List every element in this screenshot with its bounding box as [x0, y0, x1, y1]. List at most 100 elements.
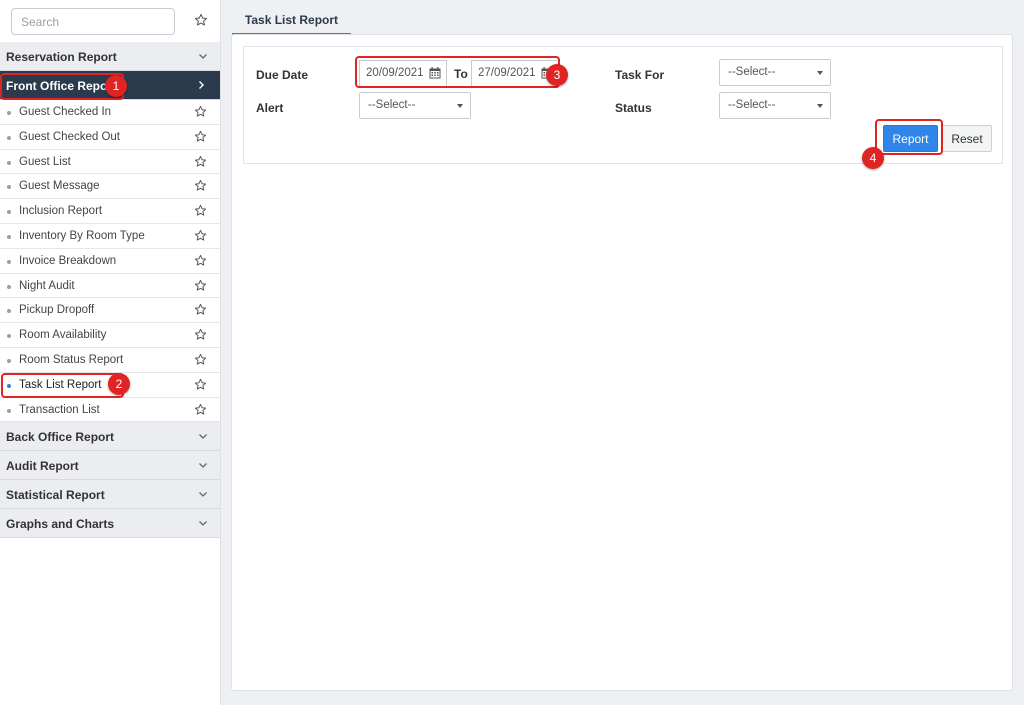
group-statistical-report[interactable]: Statistical Report — [0, 480, 220, 510]
star-icon[interactable] — [194, 155, 207, 168]
caret-down-icon — [457, 104, 463, 108]
alert-select[interactable]: --Select-- — [359, 92, 471, 119]
step-badge-2: 2 — [108, 373, 130, 395]
step-badge-1: 1 — [105, 75, 127, 97]
sidebar-item[interactable]: Room Status Report — [0, 348, 220, 373]
date-from-value: 20/09/2021 — [366, 67, 424, 79]
to-label: To — [454, 67, 468, 81]
bullet-icon — [7, 284, 11, 289]
status-label: Status — [615, 101, 652, 115]
bullet-icon — [7, 160, 11, 165]
star-icon[interactable] — [194, 303, 207, 316]
star-icon[interactable] — [194, 204, 207, 217]
search-input[interactable] — [12, 9, 174, 34]
bullet-icon — [7, 383, 11, 388]
star-icon[interactable] — [194, 130, 207, 143]
star-icon[interactable] — [194, 229, 207, 242]
group-label: Graphs and Charts — [6, 517, 115, 532]
group-reservation-report[interactable]: Reservation Report — [0, 42, 220, 71]
group-graphs-and-charts[interactable]: Graphs and Charts — [0, 509, 220, 539]
sidebar-item[interactable]: Invoice Breakdown — [0, 249, 220, 274]
chevron-down-icon — [199, 54, 207, 59]
star-icon[interactable] — [194, 378, 207, 391]
status-value: --Select-- — [728, 99, 776, 111]
star-icon[interactable] — [194, 279, 207, 292]
bullet-icon — [7, 135, 11, 140]
task-for-value: --Select-- — [728, 66, 776, 78]
sidebar-item-label: Task List Report — [19, 378, 102, 391]
bullet-icon — [7, 234, 11, 239]
group-label: Back Office Report — [6, 430, 115, 445]
group-audit-report[interactable]: Audit Report — [0, 451, 220, 481]
search-box[interactable] — [11, 8, 175, 35]
bullet-icon — [7, 358, 11, 363]
caret-down-icon — [817, 71, 823, 75]
date-from-field[interactable]: 20/09/2021 — [359, 60, 447, 87]
sidebar-item[interactable]: Transaction List — [0, 398, 220, 423]
star-icon[interactable] — [194, 328, 207, 341]
star-icon[interactable] — [194, 403, 207, 416]
star-icon[interactable] — [194, 254, 207, 267]
group-label: Front Office Report — [6, 79, 116, 93]
sidebar-item[interactable]: Inclusion Report — [0, 199, 220, 224]
sidebar-item[interactable]: Night Audit — [0, 274, 220, 299]
group-label: Statistical Report — [6, 488, 105, 503]
sidebar-item[interactable]: Room Availability — [0, 323, 220, 348]
caret-down-icon — [817, 104, 823, 108]
group-label: Audit Report — [6, 459, 79, 474]
sidebar-item[interactable]: Pickup Dropoff — [0, 298, 220, 324]
group-back-office-report[interactable]: Back Office Report — [0, 422, 220, 452]
star-icon[interactable] — [194, 179, 207, 192]
sidebar-item-label: Transaction List — [19, 403, 100, 416]
sidebar-item[interactable]: Inventory By Room Type — [0, 224, 220, 249]
chevron-down-icon — [199, 521, 207, 527]
star-icon[interactable] — [194, 353, 207, 366]
alert-value: --Select-- — [368, 99, 416, 111]
tab-task-list-report[interactable]: Task List Report — [232, 8, 351, 35]
sidebar-item-label: Guest Checked Out — [19, 130, 120, 143]
bullet-icon — [7, 334, 11, 339]
calendar-icon[interactable] — [429, 67, 441, 79]
sidebar-item-label: Guest Checked In — [19, 106, 112, 118]
chevron-right-icon — [199, 81, 204, 89]
sidebar-item[interactable]: Guest List — [0, 150, 220, 175]
sidebar-item[interactable]: Guest Checked In — [0, 100, 220, 125]
step-badge-4: 4 — [862, 147, 884, 169]
date-to-value: 27/09/2021 — [478, 67, 536, 79]
star-icon[interactable] — [194, 105, 207, 118]
sidebar-item-label: Room Availability — [19, 329, 107, 342]
sidebar-item-label: Pickup Dropoff — [19, 304, 95, 317]
status-select[interactable]: --Select-- — [719, 92, 831, 119]
bullet-icon — [7, 111, 11, 115]
chevron-down-icon — [199, 463, 207, 469]
sidebar-search-row — [0, 0, 220, 42]
chevron-down-icon — [199, 492, 207, 498]
report-panel: Due Date 20/09/2021 To 27/09/2021 Task F… — [231, 34, 1013, 691]
step-badge-3: 3 — [546, 64, 568, 86]
sidebar-item-label: Invoice Breakdown — [19, 254, 117, 267]
bullet-icon — [7, 185, 11, 190]
bullet-icon — [7, 210, 11, 215]
report-button[interactable]: Report — [883, 125, 938, 152]
bullet-icon — [7, 309, 11, 314]
sidebar: Reservation Report Front Office Report G… — [0, 0, 221, 705]
sidebar-item[interactable]: Guest Checked Out — [0, 125, 220, 150]
bullet-icon — [7, 259, 11, 264]
due-date-label: Due Date — [256, 68, 309, 82]
star-icon[interactable] — [194, 13, 208, 27]
sidebar-item-label: Inclusion Report — [19, 205, 103, 218]
task-for-select[interactable]: --Select-- — [719, 59, 831, 86]
alert-label: Alert — [256, 101, 284, 115]
bullet-icon — [7, 408, 11, 413]
task-for-label: Task For — [615, 68, 665, 82]
sidebar-item-label: Inventory By Room Type — [19, 229, 145, 242]
sidebar-item-label: Guest List — [19, 155, 71, 168]
sidebar-item-label: Guest Message — [19, 180, 100, 193]
sidebar-item-label: Night Audit — [19, 279, 75, 292]
filter-form: Due Date 20/09/2021 To 27/09/2021 Task F… — [243, 46, 1003, 164]
sidebar-item-label: Room Status Report — [19, 353, 124, 366]
reset-button[interactable]: Reset — [942, 125, 992, 152]
chevron-down-icon — [199, 434, 207, 440]
group-label: Reservation Report — [6, 50, 117, 64]
sidebar-item[interactable]: Guest Message — [0, 174, 220, 200]
